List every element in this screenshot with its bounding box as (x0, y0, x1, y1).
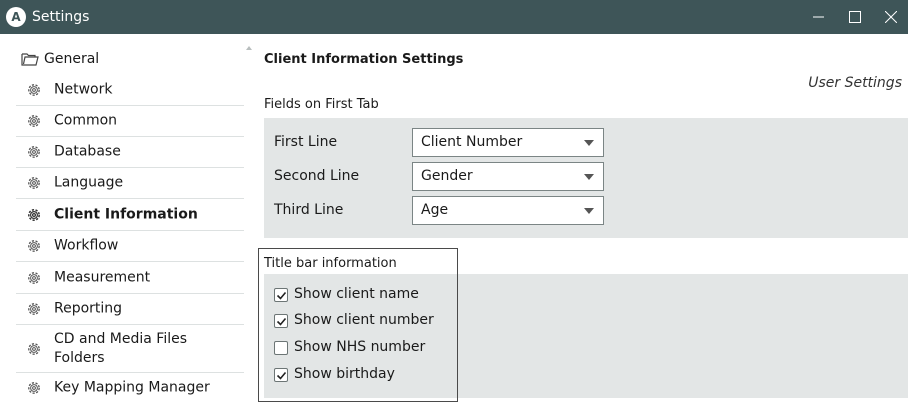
fields-section: First Line Client Number Second Line Gen… (264, 118, 908, 238)
checkbox-label: Show client name (294, 286, 419, 302)
settings-panel: Client Information Settings User Setting… (252, 44, 908, 403)
settings-scope-label: User Settings (808, 75, 902, 91)
sidebar-item-label: Database (54, 143, 121, 160)
gear-icon (28, 208, 40, 221)
sidebar-item-label: Reporting (54, 300, 123, 317)
sidebar-item-client-information[interactable]: Client Information (16, 199, 244, 231)
gear-icon (28, 146, 40, 158)
field-label: First Line (274, 134, 338, 150)
sidebar-item-measurement[interactable]: Measurement (16, 262, 244, 294)
close-icon (885, 11, 897, 23)
maximize-button[interactable] (836, 0, 874, 34)
sidebar-item-key-mapping-manager[interactable]: Key Mapping Manager (16, 373, 244, 403)
gear-icon (28, 382, 40, 394)
sidebar-item-workflow[interactable]: Workflow (16, 231, 244, 262)
minimize-icon (813, 16, 824, 18)
sidebar-item-label: Common (54, 112, 118, 129)
fields-section-label: Fields on First Tab (264, 97, 379, 112)
maximize-icon (849, 11, 861, 23)
checkbox-box[interactable] (274, 314, 288, 328)
folder-icon (21, 53, 39, 66)
gear-icon (28, 342, 40, 355)
settings-sidebar: General Network Common Database Language… (0, 44, 252, 403)
sidebar-item-label: Client Information (54, 206, 198, 222)
checkmark-icon (276, 317, 287, 326)
checkbox-label: Show birthday (294, 366, 395, 382)
gear-icon (28, 240, 40, 252)
third-line-select[interactable]: Age (412, 196, 604, 225)
checkbox-box[interactable] (274, 341, 288, 355)
checkbox-box[interactable] (274, 368, 288, 382)
checkbox-box[interactable] (274, 288, 288, 302)
sidebar-item-reporting[interactable]: Reporting (16, 294, 244, 325)
select-value: Gender (421, 168, 473, 184)
gear-icon (28, 115, 40, 127)
window-titlebar: A Settings (0, 0, 908, 34)
gear-icon (28, 271, 40, 284)
sidebar-item-label: Network (54, 81, 113, 98)
close-button[interactable] (872, 0, 908, 34)
sidebar-item-general[interactable]: General (0, 44, 244, 74)
sidebar-item-label: Language (54, 174, 124, 191)
gear-icon (28, 177, 40, 189)
field-row-second-line: Second Line Gender (264, 160, 908, 192)
select-value: Age (421, 202, 449, 218)
sidebar-item-database[interactable]: Database (16, 137, 244, 168)
sidebar-item-common[interactable]: Common (16, 106, 244, 137)
chevron-down-icon (584, 174, 594, 180)
sidebar-item-cd-media-folders[interactable]: CD and Media Files Folders (16, 325, 244, 373)
gear-icon (28, 303, 40, 315)
field-label: Second Line (274, 168, 360, 184)
field-label: Third Line (274, 202, 344, 218)
sidebar-item-language[interactable]: Language (16, 168, 244, 199)
chevron-down-icon (584, 208, 594, 214)
titlebar-section-label: Title bar information (264, 256, 397, 271)
sidebar-item-label: Key Mapping Manager (54, 379, 210, 396)
checkbox-label: Show client number (294, 312, 434, 328)
select-value: Client Number (421, 134, 523, 150)
checkbox-label: Show NHS number (294, 339, 426, 355)
panel-title: Client Information Settings (264, 52, 464, 67)
first-line-select[interactable]: Client Number (412, 128, 604, 157)
chevron-down-icon (584, 140, 594, 146)
sidebar-item-network[interactable]: Network (16, 75, 244, 106)
gear-icon (28, 84, 40, 96)
window-title: Settings (32, 9, 90, 25)
sidebar-item-label: Measurement (54, 269, 151, 285)
field-row-first-line: First Line Client Number (264, 126, 908, 158)
checkmark-icon (276, 291, 287, 300)
field-row-third-line: Third Line Age (264, 194, 908, 226)
checkmark-icon (276, 371, 287, 380)
minimize-button[interactable] (800, 0, 838, 34)
app-logo: A (6, 7, 26, 27)
sidebar-item-label: CD and Media Files Folders (54, 330, 188, 366)
second-line-select[interactable]: Gender (412, 162, 604, 191)
sidebar-item-label: Workflow (54, 237, 119, 254)
sidebar-item-label: General (44, 51, 100, 67)
